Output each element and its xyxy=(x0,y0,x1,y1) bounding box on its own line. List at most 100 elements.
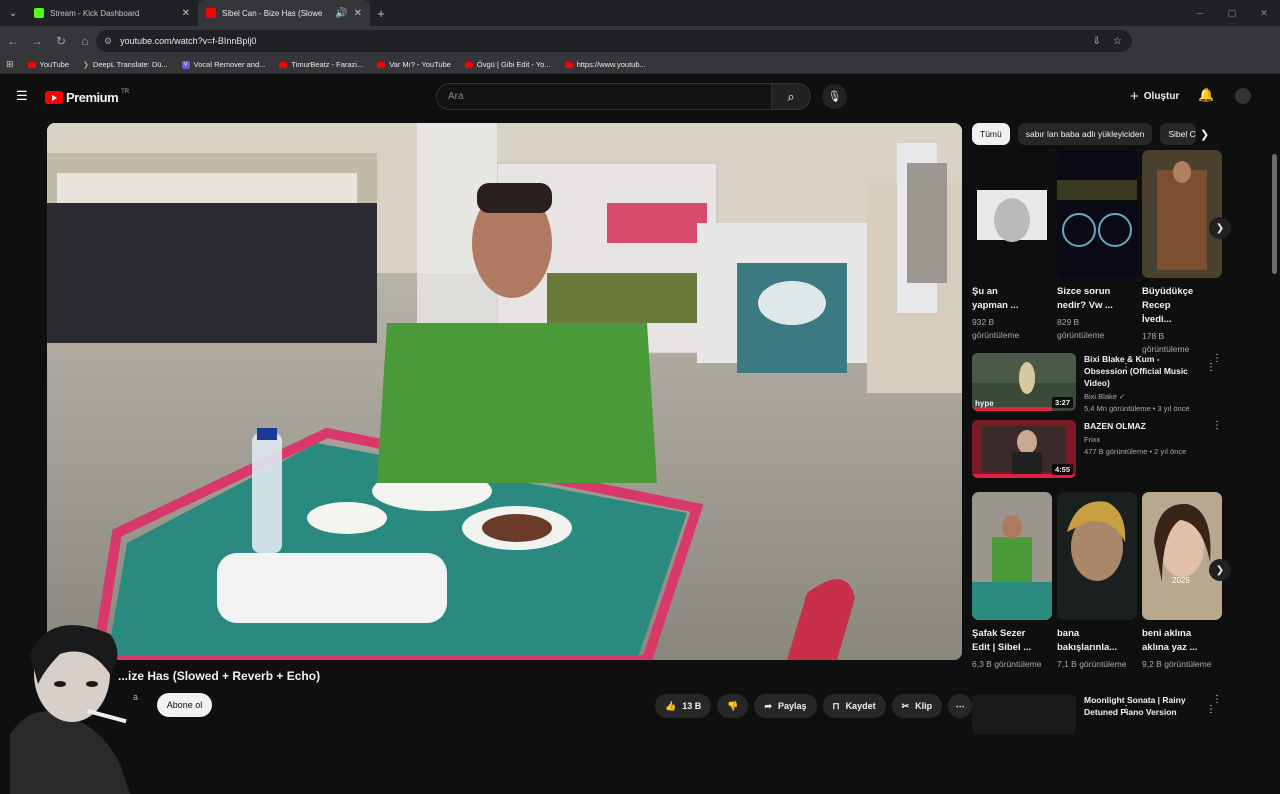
chip-uploader[interactable]: sabır lan baba adlı yükleyiciden xyxy=(1017,123,1153,145)
youtube-header: ☰ Premium TR Ara ⌕ 🎙 + Oluştur 🔔 xyxy=(0,74,1280,120)
bookmark-vocal-remover[interactable]: V Vocal Remover and... xyxy=(181,60,265,69)
chevron-right-icon: ❯ xyxy=(1215,222,1225,234)
more-options-icon[interactable]: ⋮ xyxy=(1212,353,1222,413)
short-thumbnail[interactable] xyxy=(1057,492,1137,620)
thumbs-up-icon: 👍 xyxy=(665,700,677,711)
short-thumbnail[interactable]: 2025 xyxy=(1142,492,1222,620)
related-video[interactable]: hype 3:27 Bixi Blake & Kum - Obsession (… xyxy=(972,353,1222,413)
video-title[interactable]: BAZEN OLMAZ xyxy=(1084,420,1200,432)
install-icon[interactable]: ⇩ xyxy=(1093,36,1101,47)
tab-youtube-video[interactable]: Sibel Can - Bize Has (Slowe 🔊 ✕ xyxy=(198,0,370,26)
bookmark-timurbeatz[interactable]: TimurBeatz - Farazi... xyxy=(279,60,363,69)
short-item[interactable]: bana bakışlarınla... 7,1 B görüntüleme xyxy=(1057,492,1137,671)
save-button[interactable]: ⊓ Kaydet xyxy=(822,694,886,718)
apps-grid-icon[interactable]: ⊞ xyxy=(6,59,14,70)
shorts-next-button[interactable]: ❯ xyxy=(1209,217,1231,239)
more-options-icon[interactable]: ⋮ xyxy=(1212,420,1222,478)
short-item[interactable]: 2025 beni aklına aklına yaz ... 9,2 B gö… xyxy=(1142,492,1222,671)
close-window-icon[interactable]: ✕ xyxy=(1248,8,1280,19)
short-item[interactable]: Şu an yapman ... 932 B görüntüleme xyxy=(972,150,1052,356)
tab-search-icon[interactable]: ⌄ xyxy=(0,0,26,26)
youtube-premium-logo[interactable]: Premium TR xyxy=(45,89,129,105)
notifications-bell-icon[interactable]: 🔔 xyxy=(1198,87,1214,103)
channel-name[interactable]: Frixx xyxy=(1084,435,1200,444)
address-bar[interactable]: ⚙ youtube.com/watch?v=f-BInnBplj0 ⇩ ☆ xyxy=(96,30,1132,52)
channel-name[interactable]: a xyxy=(133,692,138,702)
short-thumbnail[interactable] xyxy=(1142,150,1222,278)
more-actions-button[interactable]: ⋯ xyxy=(948,694,973,718)
bookmark-youtube[interactable]: YouTube xyxy=(27,60,69,69)
site-info-icon[interactable]: ⚙ xyxy=(104,36,112,47)
vocal-remover-icon: V xyxy=(181,60,190,69)
short-thumbnail[interactable] xyxy=(972,492,1052,620)
chevron-right-icon[interactable]: ❯ xyxy=(1200,128,1209,141)
video-thumbnail[interactable]: 4:55 xyxy=(972,420,1076,478)
back-icon[interactable]: ← xyxy=(2,34,24,48)
search-button[interactable]: ⌕ xyxy=(771,83,811,110)
bookmark-icon: ⊓ xyxy=(832,700,840,711)
youtube-favicon-icon xyxy=(206,8,216,18)
short-item[interactable]: Şafak Sezer Edit | Sibel ... 6,3 B görün… xyxy=(972,492,1052,671)
short-thumbnail[interactable] xyxy=(972,150,1052,278)
plus-icon: + xyxy=(1130,88,1139,105)
video-title[interactable]: Moonlight Sonata | Rainy Detuned Piano V… xyxy=(1084,694,1200,718)
create-button[interactable]: + Oluştur xyxy=(1130,88,1179,105)
address-toolbar: ← → ↻ ⌂ ⚙ youtube.com/watch?v=f-BInnBplj… xyxy=(0,26,1280,72)
chip-all[interactable]: Tümü xyxy=(972,123,1010,145)
video-title[interactable]: Bixi Blake & Kum - Obsession (Official M… xyxy=(1084,353,1200,389)
bookmark-star-icon[interactable]: ☆ xyxy=(1113,36,1122,47)
short-thumbnail-image xyxy=(1142,492,1222,620)
tab-kick-dashboard[interactable]: Stream - Kick Dashboard ✕ xyxy=(26,0,198,26)
related-video[interactable]: 4:55 BAZEN OLMAZ Frixx 477 B görüntüleme… xyxy=(972,420,1222,478)
channel-name[interactable]: Bixi Blake ✓ xyxy=(1084,392,1200,401)
video-player[interactable] xyxy=(47,123,962,660)
share-button[interactable]: ➦ Paylaş xyxy=(754,694,817,718)
short-thumbnail-image xyxy=(1057,150,1137,278)
menu-hamburger-icon[interactable]: ☰ xyxy=(16,89,28,102)
restore-icon[interactable]: ▢ xyxy=(1216,8,1248,19)
chip-sibel[interactable]: Sibel C xyxy=(1160,123,1197,145)
forward-icon[interactable]: → xyxy=(26,34,48,48)
close-tab-icon[interactable]: ✕ xyxy=(354,8,362,19)
video-thumbnail[interactable]: hype 3:27 xyxy=(972,353,1076,411)
video-thumbnail[interactable] xyxy=(972,694,1076,734)
page-scrollbar[interactable] xyxy=(1272,154,1277,274)
clip-button[interactable]: ✂ Klip xyxy=(891,694,943,718)
video-meta: 477 B görüntüleme • 2 yıl önce xyxy=(1084,447,1187,456)
more-options-icon[interactable]: ⋮ xyxy=(1212,694,1222,734)
search-input[interactable]: Ara xyxy=(436,83,772,110)
youtube-play-icon xyxy=(45,91,63,104)
short-item[interactable]: Büyüdükçe Recep İvedi... 178 B görüntüle… xyxy=(1142,150,1222,356)
window-controls: ─ ▢ ✕ xyxy=(1184,0,1280,26)
bookmark-youtube-url[interactable]: https://www.youtub... xyxy=(564,60,646,69)
short-thumbnail-image xyxy=(1057,492,1137,620)
shorts-next-button[interactable]: ❯ xyxy=(1209,559,1231,581)
home-icon[interactable]: ⌂ xyxy=(74,34,96,48)
more-horizontal-icon: ⋯ xyxy=(955,700,965,711)
share-icon: ➦ xyxy=(764,700,772,711)
dislike-button[interactable]: 👎 xyxy=(717,694,749,718)
short-thumbnail-image xyxy=(1142,150,1222,278)
bookmark-deepl[interactable]: ❯ DeepL Translate: Dü... xyxy=(83,60,168,69)
youtube-icon xyxy=(464,61,473,68)
account-avatar[interactable] xyxy=(1235,88,1251,104)
minimize-icon[interactable]: ─ xyxy=(1184,8,1216,18)
reload-icon[interactable]: ↻ xyxy=(50,34,72,48)
subscribe-button[interactable]: Abone ol xyxy=(157,693,212,717)
short-thumbnail-image xyxy=(972,492,1052,620)
related-video[interactable]: Moonlight Sonata | Rainy Detuned Piano V… xyxy=(972,694,1222,734)
like-button[interactable]: 👍 13 B xyxy=(655,694,712,718)
short-thumbnail[interactable] xyxy=(1057,150,1137,278)
short-item[interactable]: Sizce sorun nedir? Vw ... 829 B görüntül… xyxy=(1057,150,1137,356)
bookmark-var-mi[interactable]: Var Mı? - YouTube xyxy=(377,60,451,69)
voice-search-button[interactable]: 🎙 xyxy=(822,84,847,109)
scissors-icon: ✂ xyxy=(901,700,910,711)
shorts-row-1: Şu an yapman ... 932 B görüntüleme Sizce… xyxy=(972,150,1222,356)
new-tab-button[interactable]: + xyxy=(370,6,392,21)
close-tab-icon[interactable]: ✕ xyxy=(182,8,190,19)
url-text[interactable]: youtube.com/watch?v=f-BInnBplj0 xyxy=(120,36,256,46)
bookmark-ovgu[interactable]: Övgü | Gibi Edit - Yo... xyxy=(464,60,551,69)
browser-tab-strip: ⌄ Stream - Kick Dashboard ✕ Sibel Can - … xyxy=(0,0,1280,26)
audio-playing-icon[interactable]: 🔊 xyxy=(335,8,347,19)
shorts-row-2: Şafak Sezer Edit | Sibel ... 6,3 B görün… xyxy=(972,492,1222,671)
